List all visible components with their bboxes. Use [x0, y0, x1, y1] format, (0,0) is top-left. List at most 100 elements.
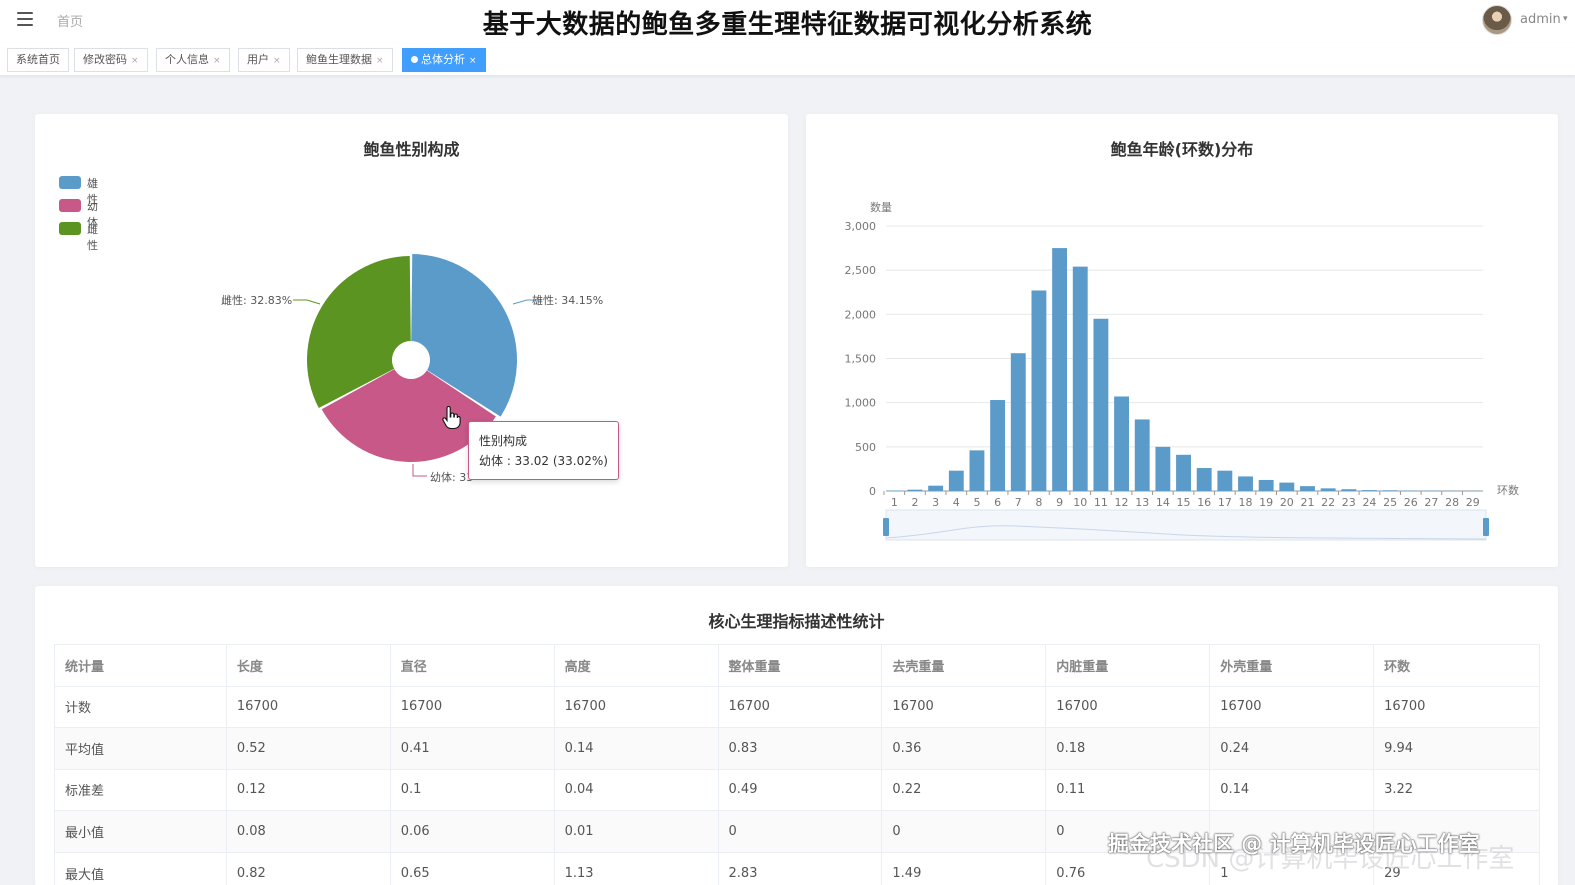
- column-header[interactable]: 高度: [554, 644, 719, 686]
- table-cell: 16700: [1045, 685, 1211, 728]
- tooltip-body: 幼体 : 33.02 (33.02%): [479, 454, 608, 468]
- bar-ring-17[interactable]: [1217, 470, 1233, 491]
- tag-abalone-data[interactable]: 鲍鱼生理数据 ×: [297, 48, 393, 72]
- table-cell: 0.11: [1045, 768, 1211, 811]
- tag-users[interactable]: 用户 ×: [238, 48, 290, 72]
- tag-label: 系统首页: [16, 53, 60, 66]
- pie-tooltip: 性别构成 幼体 : 33.02 (33.02%): [468, 421, 619, 480]
- active-dot-icon: [411, 56, 418, 63]
- bar-ring-11[interactable]: [1093, 318, 1109, 491]
- tag-change-password[interactable]: 修改密码 ×: [74, 48, 148, 72]
- pie-label-juvenile: 幼体: 33: [430, 471, 474, 484]
- bar-ring-2[interactable]: [907, 489, 923, 491]
- bar-ring-14[interactable]: [1155, 446, 1171, 491]
- column-header[interactable]: 长度: [226, 644, 391, 686]
- table-cell: 平均值: [54, 727, 227, 769]
- column-header[interactable]: 统计量: [54, 644, 227, 686]
- table-cell: 0.41: [390, 727, 555, 769]
- x-tick-label: 24: [1362, 496, 1376, 509]
- x-tick-label: 25: [1383, 496, 1397, 509]
- close-icon[interactable]: ×: [213, 56, 221, 66]
- bar-ring-12[interactable]: [1114, 396, 1129, 491]
- table-cell: 0: [881, 810, 1047, 852]
- table-cell: 0.36: [881, 727, 1047, 769]
- bar-ring-3[interactable]: [928, 485, 944, 491]
- x-tick-label: 12: [1115, 496, 1129, 509]
- table-cell: 0: [718, 810, 883, 852]
- tooltip-title: 性别构成: [479, 434, 528, 448]
- zoom-handle-left[interactable]: [883, 518, 889, 536]
- tag-label: 用户: [247, 53, 269, 66]
- bar-ring-19[interactable]: [1258, 479, 1274, 491]
- x-tick-label: 10: [1073, 496, 1087, 509]
- bar-ring-16[interactable]: [1196, 468, 1212, 491]
- bar-ring-8[interactable]: [1031, 290, 1047, 491]
- y-tick-label: 2,000: [845, 308, 877, 321]
- column-header[interactable]: 直径: [390, 644, 555, 686]
- bar-ring-7[interactable]: [1010, 353, 1026, 491]
- bar-ring-9[interactable]: [1052, 248, 1068, 491]
- bar-ring-18[interactable]: [1238, 476, 1253, 491]
- close-icon[interactable]: ×: [273, 56, 281, 66]
- y-tick-label: 3,000: [845, 220, 877, 233]
- x-axis-name: 环数: [1497, 484, 1519, 497]
- table-cell: 16700: [390, 685, 555, 728]
- close-icon[interactable]: ×: [376, 56, 384, 66]
- avatar[interactable]: [1482, 5, 1512, 35]
- x-tick-label: 3: [932, 496, 939, 509]
- column-header[interactable]: 去壳重量: [881, 644, 1047, 686]
- table-cell: 0.06: [390, 810, 555, 852]
- bar-ring-22[interactable]: [1320, 488, 1336, 491]
- table-cell: 0.52: [226, 727, 391, 769]
- tag-overall-analysis[interactable]: 总体分析 ×: [402, 48, 486, 72]
- x-tick-label: 26: [1404, 496, 1418, 509]
- table-cell: 最小值: [54, 810, 227, 852]
- close-icon[interactable]: ×: [469, 56, 477, 66]
- table-cell: 16700: [881, 685, 1047, 728]
- bar-ring-21[interactable]: [1300, 486, 1315, 491]
- chevron-down-icon[interactable]: ▾: [1563, 14, 1568, 24]
- table-cell: 0.24: [1209, 727, 1375, 769]
- bar-ring-20[interactable]: [1279, 482, 1295, 491]
- gender-pie-chart: [293, 254, 542, 477]
- y-tick-label: 0: [869, 485, 876, 498]
- table-cell: 0.14: [554, 727, 719, 769]
- close-icon[interactable]: ×: [131, 56, 139, 66]
- tags-bar: 系统首页 修改密码 × 个人信息 × 用户 × 鲍鱼生理数据 × 总体分析 ×: [0, 44, 1575, 76]
- tag-profile[interactable]: 个人信息 ×: [156, 48, 230, 72]
- column-header[interactable]: 外壳重量: [1209, 644, 1375, 686]
- table-cell: 16700: [226, 685, 391, 728]
- tag-label: 总体分析: [421, 53, 465, 66]
- bar-ring-25[interactable]: [1382, 490, 1398, 491]
- x-tick-label: 29: [1466, 496, 1480, 509]
- bar-ring-5[interactable]: [969, 450, 985, 491]
- column-header[interactable]: 整体重量: [718, 644, 883, 686]
- bar-ring-4[interactable]: [948, 470, 964, 491]
- y-tick-label: 1,500: [845, 353, 877, 366]
- zoom-handle-right[interactable]: [1483, 518, 1489, 536]
- bar-ring-15[interactable]: [1176, 454, 1191, 491]
- table-header-row: 统计量 长度 直径 高度 整体重量 去壳重量 内脏重量 外壳重量 环数: [54, 644, 1540, 686]
- x-tick-label: 7: [1015, 496, 1022, 509]
- page-title: 基于大数据的鲍鱼多重生理特征数据可视化分析系统: [482, 10, 1093, 40]
- x-tick-label: 11: [1094, 496, 1108, 509]
- watermark-juejin: 掘金技术社区 @ 计算机毕设匠心工作室: [1108, 832, 1480, 856]
- bar-ring-13[interactable]: [1134, 419, 1150, 491]
- tag-system-home[interactable]: 系统首页: [7, 48, 69, 72]
- user-name[interactable]: admin: [1520, 12, 1561, 27]
- bar-ring-23[interactable]: [1341, 489, 1357, 491]
- bar-ring-6[interactable]: [990, 400, 1006, 491]
- tag-label: 修改密码: [83, 53, 127, 66]
- column-header[interactable]: 内脏重量: [1045, 644, 1211, 686]
- y-tick-label: 2,500: [845, 264, 877, 277]
- table-cell: 0.18: [1045, 727, 1211, 769]
- table-cell: 0.83: [718, 727, 883, 769]
- x-tick-label: 14: [1156, 496, 1170, 509]
- age-bar-chart: 数量 环数 05001,0001,5002,0002,5003,000 1234…: [845, 201, 1519, 541]
- bar-ring-10[interactable]: [1072, 266, 1088, 491]
- gender-pie-card: 鲍鱼性别构成 雄性 幼体 雌性 雄性: 34.15% 雌性: 32.83% 幼体…: [35, 114, 788, 567]
- pie-label-female: 雌性: 32.83%: [221, 294, 293, 307]
- bar-ring-24[interactable]: [1362, 490, 1377, 491]
- table-cell: 0.65: [390, 851, 555, 885]
- column-header[interactable]: 环数: [1373, 644, 1540, 686]
